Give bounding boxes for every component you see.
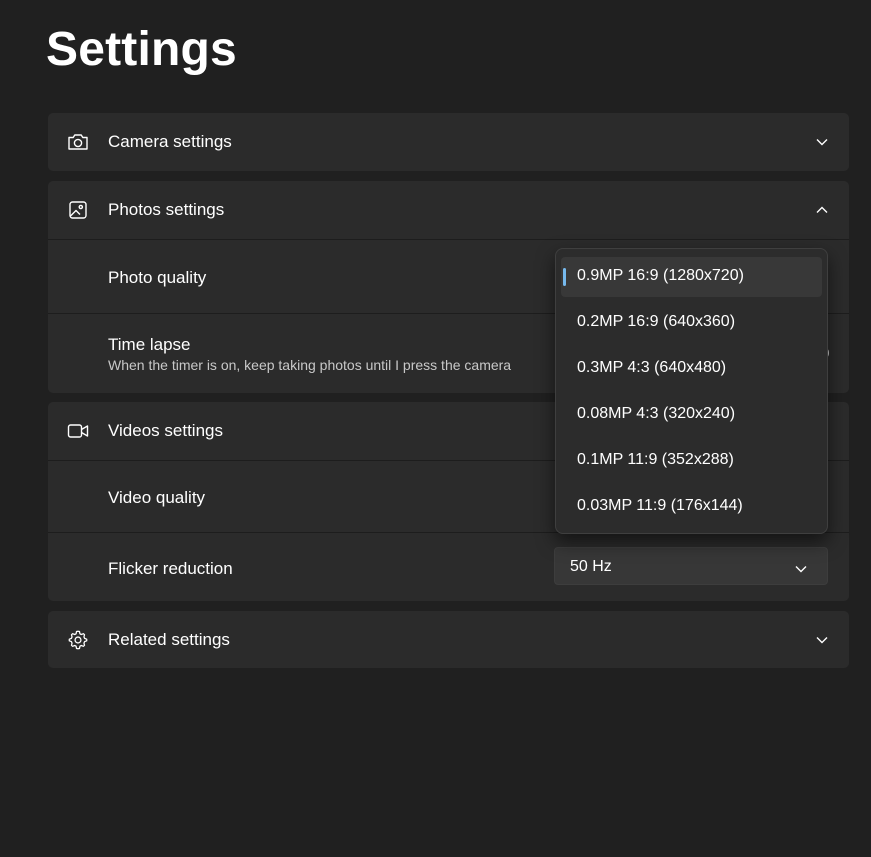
flicker-reduction-value: 50 Hz bbox=[570, 558, 612, 575]
page-title: Settings bbox=[46, 23, 237, 76]
dropdown-option[interactable]: 0.3MP 4:3 (640x480) bbox=[561, 349, 822, 389]
flicker-reduction-row: Flicker reduction 50 Hz bbox=[48, 532, 849, 601]
camera-settings-title: Camera settings bbox=[108, 132, 232, 151]
related-settings-title: Related settings bbox=[108, 629, 230, 649]
flicker-reduction-label: Flicker reduction bbox=[108, 559, 233, 578]
dropdown-option-label: 0.03MP 11:9 (176x144) bbox=[577, 497, 743, 514]
chevron-down-icon[interactable] bbox=[815, 135, 829, 149]
related-settings-header[interactable]: Related settings bbox=[48, 611, 849, 668]
photos-settings-title: Photos settings bbox=[108, 200, 225, 219]
image-icon bbox=[66, 198, 90, 222]
gear-icon bbox=[66, 628, 90, 652]
camera-icon bbox=[66, 130, 90, 154]
dropdown-option[interactable]: 0.03MP 11:9 (176x144) bbox=[561, 487, 822, 527]
dropdown-option-label: 0.9MP 16:9 (1280x720) bbox=[577, 267, 744, 284]
chevron-down-icon bbox=[795, 560, 809, 574]
dropdown-option[interactable]: 0.2MP 16:9 (640x360) bbox=[561, 303, 822, 343]
dropdown-option[interactable]: 0.9MP 16:9 (1280x720) bbox=[561, 257, 822, 297]
dropdown-option-label: 0.08MP 4:3 (320x240) bbox=[577, 405, 736, 422]
camera-settings-card[interactable]: Camera settings bbox=[48, 113, 849, 171]
dropdown-option[interactable]: 0.1MP 11:9 (352x288) bbox=[561, 441, 822, 481]
time-lapse-label: Time lapse bbox=[108, 335, 191, 354]
dropdown-option-label: 0.3MP 4:3 (640x480) bbox=[577, 359, 727, 376]
dropdown-option-label: 0.1MP 11:9 (352x288) bbox=[577, 451, 734, 468]
videos-settings-title: Videos settings bbox=[108, 421, 223, 440]
photo-quality-dropdown: 0.9MP 16:9 (1280x720) 0.2MP 16:9 (640x36… bbox=[555, 248, 828, 534]
video-camera-icon bbox=[66, 419, 90, 443]
time-lapse-description: When the timer is on, keep taking photos… bbox=[108, 357, 512, 373]
dropdown-option[interactable]: 0.08MP 4:3 (320x240) bbox=[561, 395, 822, 435]
dropdown-option-label: 0.2MP 16:9 (640x360) bbox=[577, 313, 736, 330]
photo-quality-label: Photo quality bbox=[108, 268, 207, 287]
camera-settings-header[interactable]: Camera settings bbox=[48, 113, 849, 171]
video-quality-label: Video quality bbox=[108, 488, 206, 507]
selection-indicator bbox=[563, 268, 566, 286]
related-settings-card[interactable]: Related settings bbox=[48, 611, 849, 668]
photos-settings-header[interactable]: Photos settings bbox=[48, 181, 849, 239]
flicker-reduction-select[interactable]: 50 Hz bbox=[554, 547, 828, 585]
chevron-up-icon[interactable] bbox=[815, 203, 829, 217]
chevron-down-icon[interactable] bbox=[815, 633, 829, 647]
